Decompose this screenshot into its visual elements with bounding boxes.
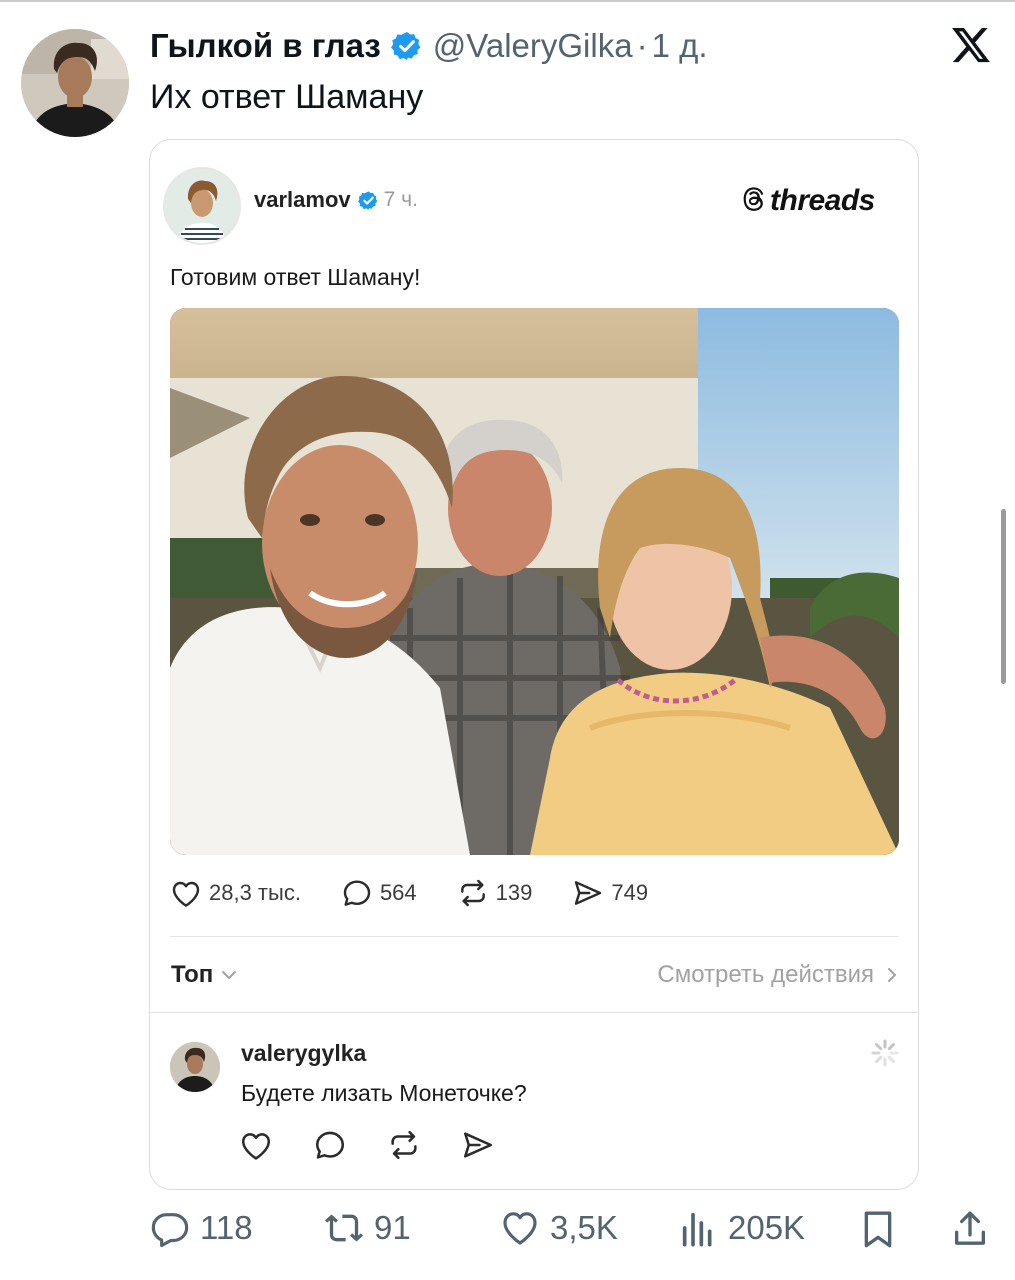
retweet-icon: [325, 1214, 363, 1242]
reply-username[interactable]: valerygylka: [241, 1040, 366, 1067]
threads-brand: threads: [741, 184, 875, 218]
reply-comment-button[interactable]: [313, 1129, 387, 1161]
view-actions-link[interactable]: Смотреть действия: [657, 961, 898, 989]
threads-like-stat[interactable]: 28,3 тыс.: [170, 878, 301, 908]
reply-icon: [151, 1213, 189, 1248]
heart-icon: [503, 1212, 537, 1245]
comment-icon: [315, 1131, 345, 1159]
reply-share-button[interactable]: [461, 1129, 535, 1161]
heart-icon: [172, 881, 200, 907]
verified-badge-icon: [390, 30, 423, 62]
selfie-photo[interactable]: [170, 308, 899, 855]
views-chart-icon: [682, 1212, 712, 1247]
threads-wordmark: threads: [770, 184, 875, 217]
threads-post-time: 7 ч.: [383, 188, 418, 211]
share-icon: [955, 1211, 985, 1245]
reply-like-button[interactable]: [239, 1129, 313, 1161]
repost-icon: [391, 1130, 417, 1160]
heart-icon: [241, 1133, 271, 1160]
threads-logo-icon: [741, 185, 767, 218]
threads-repost-stat[interactable]: 139: [457, 878, 533, 908]
like-count: 3,5K: [550, 1209, 618, 1246]
top-divider: [0, 0, 1015, 2]
threads-share-count: 749: [611, 880, 649, 905]
reply-repost-button[interactable]: [387, 1129, 461, 1161]
threads-post-text: Готовим ответ Шаману!: [170, 264, 421, 290]
tweet-action-bar: 118 91 3,5K 205K: [150, 1208, 995, 1254]
threads-stats-row: 28,3 тыс. 564 139 749: [170, 878, 648, 908]
reply-button[interactable]: 118: [150, 1208, 253, 1248]
tweet-time[interactable]: 1 д.: [652, 26, 708, 66]
chevron-right-icon: [888, 968, 896, 982]
threads-username[interactable]: varlamov: [254, 187, 351, 213]
threads-embed-card[interactable]: varlamov 7 ч. threads Готовим ответ Шама…: [149, 139, 919, 1190]
send-icon: [575, 881, 602, 905]
bookmark-button[interactable]: [858, 1208, 908, 1250]
threads-reply-stat[interactable]: 564: [341, 878, 417, 908]
sort-dropdown[interactable]: Топ: [171, 961, 239, 989]
threads-repost-count: 139: [495, 880, 533, 905]
stats-divider: [170, 936, 899, 937]
loading-spinner-icon: [870, 1038, 900, 1068]
share-button[interactable]: [950, 1208, 1000, 1250]
reply-text: Будете лизать Монеточке?: [241, 1080, 527, 1106]
repost-icon: [460, 879, 485, 907]
view-count: 205K: [728, 1209, 806, 1246]
reply-user-avatar[interactable]: [170, 1042, 220, 1092]
x-logo-icon: [950, 24, 992, 66]
retweet-count: 91: [374, 1209, 411, 1246]
bookmark-icon: [864, 1211, 892, 1248]
threads-reply-count: 564: [379, 880, 417, 905]
sort-label: Топ: [171, 961, 214, 988]
like-button[interactable]: 3,5K: [500, 1208, 618, 1248]
tweet-header: Гылкой в глаз @ValeryGilka · 1 д.: [150, 26, 708, 66]
chevron-down-icon: [222, 971, 237, 979]
reply-actions: [239, 1129, 535, 1161]
send-icon: [463, 1132, 493, 1158]
verified-badge-icon: [357, 190, 379, 211]
threads-post-header: varlamov 7 ч.: [254, 187, 418, 213]
tweet-text: Их ответ Шаману: [150, 78, 424, 116]
threads-user-avatar[interactable]: [163, 167, 241, 245]
threads-share-stat[interactable]: 749: [572, 878, 648, 908]
view-actions-label: Смотреть действия: [657, 961, 874, 988]
scrollbar-thumb[interactable]: [1001, 509, 1006, 684]
reply-divider: [150, 1012, 918, 1013]
author-name[interactable]: Гылкой в глаз: [150, 26, 381, 66]
reply-count: 118: [200, 1209, 253, 1246]
retweet-button[interactable]: 91: [324, 1208, 411, 1248]
author-handle[interactable]: @ValeryGilka: [433, 26, 633, 66]
meta-separator: ·: [636, 27, 648, 64]
views-button[interactable]: 205K: [678, 1208, 805, 1248]
threads-like-count: 28,3 тыс.: [209, 880, 301, 905]
author-avatar[interactable]: [21, 29, 129, 137]
comment-icon: [343, 880, 371, 906]
